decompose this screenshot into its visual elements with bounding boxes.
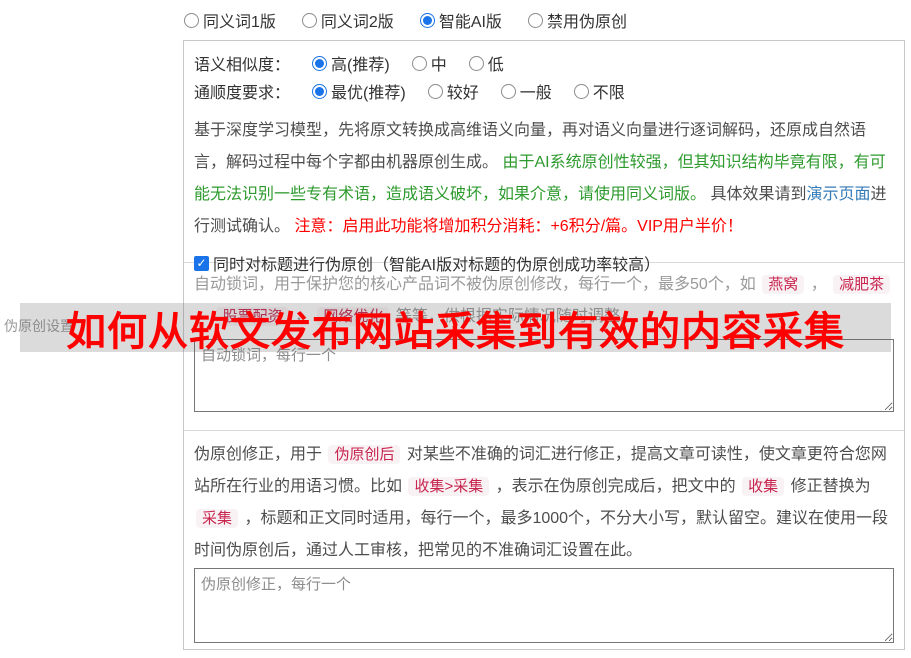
text-segment: ， <box>290 308 316 325</box>
correction-textarea[interactable] <box>194 568 894 643</box>
radio-icon <box>411 55 427 71</box>
correction-section: 伪原创修正，用于 伪原创后 对某些不准确的词汇进行修正，提高文章可读性，使文章更… <box>184 430 904 649</box>
radio-icon <box>427 83 443 99</box>
radio-label: 不限 <box>592 85 625 102</box>
keyword-chip: 收集>采集 <box>408 477 490 496</box>
radio-label: 智能AI版 <box>438 14 502 31</box>
keyword-chip: 采集 <box>196 509 239 528</box>
text-segment: 注意：启用此功能将增加积分消耗：+6积分/篇。VIP用户半价！ <box>294 218 743 235</box>
radio-icon <box>573 83 589 99</box>
radio-icon <box>419 12 435 28</box>
keyword-chip: 收集 <box>742 477 785 496</box>
lock-words-section: 自动锁词，用于保护您的核心产品词不被伪原创修改，每行一个，最多50个，如 燕窝 … <box>184 262 904 430</box>
radio-icon <box>500 83 516 99</box>
text-segment: ，标题和正文同时适用，每行一个，最多1000个，不分大小写，默认留空。建议在使用… <box>194 510 889 559</box>
radio-label: 同义词1版 <box>203 14 276 31</box>
radio-label: 一般 <box>519 85 552 102</box>
correction-description: 伪原创修正，用于 伪原创后 对某些不准确的词汇进行修正，提高文章可读性，使文章更… <box>194 439 894 567</box>
semantic-similarity-label: 语义相似度： <box>194 57 291 74</box>
inline-link[interactable]: 演示页面 <box>806 186 870 203</box>
radio-label: 较好 <box>446 85 479 102</box>
keyword-chip: 燕窝 <box>762 275 805 294</box>
radio-label: 同义词2版 <box>320 14 394 31</box>
radio-label: 低 <box>487 57 504 74</box>
pseudo-original-settings-page: { "version_selector": { "options": [ { "… <box>0 0 911 658</box>
keyword-chip: 股票配资 <box>216 307 289 326</box>
lock-words-textarea[interactable] <box>194 339 894 412</box>
radio-option-fluency-any[interactable]: 不限 <box>573 79 625 103</box>
radio-icon <box>527 12 543 28</box>
text-segment: ， <box>194 308 215 325</box>
ai-description-paragraph: 基于深度学习模型，先将原文转换成高维语义向量，再对语义向量进行逐词解码，还原成自… <box>194 115 894 243</box>
radio-label: 最优(推荐) <box>331 85 406 102</box>
keyword-chip: 网络优化 <box>317 307 390 326</box>
text-segment: 自动锁词，用于保护您的核心产品词不被伪原创修改，每行一个，最多50个，如 <box>194 276 761 293</box>
fluency-label: 通顺度要求： <box>194 85 291 102</box>
semantic-similarity-row: 语义相似度： 高(推荐) 中 低 <box>194 49 894 77</box>
keyword-chip: 减肥茶 <box>833 275 891 294</box>
form-row-label-pseudo-original-settings: 伪原创设置 <box>4 318 74 334</box>
radio-icon <box>468 55 484 71</box>
radio-label: 中 <box>430 57 447 74</box>
version-radio-group: 同义词1版 同义词2版 智能AI版 禁用伪原创 <box>184 8 627 32</box>
radio-option-fluency-good[interactable]: 较好 <box>427 79 479 103</box>
radio-option-similarity-high[interactable]: 高(推荐) <box>312 51 390 75</box>
radio-icon <box>312 55 328 71</box>
radio-icon <box>301 12 317 28</box>
text-segment: ， <box>806 276 832 293</box>
radio-option-synonym-v2[interactable]: 同义词2版 <box>301 8 394 32</box>
ai-options-section: 语义相似度： 高(推荐) 中 低 通顺度要求： 最优(推荐) 较好 一般 不限 … <box>184 41 904 274</box>
radio-icon <box>312 83 328 99</box>
radio-option-disable[interactable]: 禁用伪原创 <box>527 8 627 32</box>
radio-option-fluency-normal[interactable]: 一般 <box>500 79 552 103</box>
fluency-row: 通顺度要求： 最优(推荐) 较好 一般 不限 <box>194 77 894 105</box>
radio-icon <box>184 12 199 28</box>
text-segment: 伪原创修正，用于 <box>194 446 327 463</box>
text-segment: 具体效果请到 <box>710 186 807 203</box>
radio-option-similarity-low[interactable]: 低 <box>468 51 504 75</box>
radio-label: 高(推荐) <box>331 57 390 74</box>
radio-label: 禁用伪原创 <box>546 14 627 31</box>
radio-option-smart-ai[interactable]: 智能AI版 <box>419 8 502 32</box>
text-segment: 修正替换为 <box>786 478 871 495</box>
radio-option-similarity-mid[interactable]: 中 <box>411 51 447 75</box>
settings-panel: 语义相似度： 高(推荐) 中 低 通顺度要求： 最优(推荐) 较好 一般 不限 … <box>183 40 905 650</box>
radio-option-synonym-v1[interactable]: 同义词1版 <box>184 8 276 32</box>
text-segment: 等等，供根据实际情况随时调整。 <box>391 308 636 325</box>
keyword-chip: 伪原创后 <box>328 445 401 464</box>
lock-words-description: 自动锁词，用于保护您的核心产品词不被伪原创修改，每行一个，最多50个，如 燕窝 … <box>194 269 894 333</box>
radio-option-fluency-best[interactable]: 最优(推荐) <box>312 79 406 103</box>
text-segment: ，表示在伪原创完成后，把文中的 <box>491 478 741 495</box>
